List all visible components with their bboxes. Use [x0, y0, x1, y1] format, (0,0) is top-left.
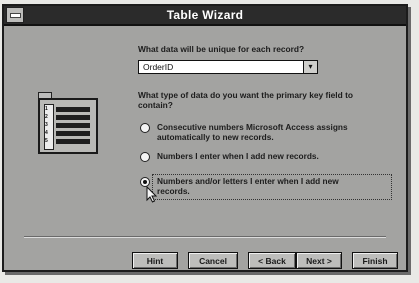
- title-bar: Table Wizard: [4, 6, 406, 26]
- unique-field-combo[interactable]: OrderID ▾: [138, 60, 318, 74]
- dropdown-arrow-icon[interactable]: ▾: [303, 61, 317, 73]
- unique-field-question: What data will be unique for each record…: [138, 44, 305, 54]
- row-number: 3: [45, 122, 48, 128]
- table-key-illustration: 1 2 3 4 5: [38, 92, 100, 158]
- option-label: Numbers and/or letters I enter when I ad…: [157, 176, 339, 186]
- row-number: 1: [45, 106, 48, 112]
- back-button[interactable]: < Back: [248, 252, 296, 269]
- key-type-question-line2: contain?: [138, 100, 173, 110]
- hint-button[interactable]: Hint: [132, 252, 178, 269]
- key-type-question-line1: What type of data do you want the primar…: [138, 90, 353, 100]
- radio-button[interactable]: [140, 152, 150, 162]
- option-user-numbers[interactable]: Numbers I enter when I add new records.: [140, 151, 319, 162]
- option-user-alphanumeric[interactable]: Numbers and/or letters I enter when I ad…: [140, 176, 339, 196]
- option-label: Numbers I enter when I add new records.: [157, 151, 319, 161]
- window-title: Table Wizard: [166, 8, 244, 22]
- mouse-pointer-icon: [146, 186, 158, 203]
- option-label: automatically to new records.: [157, 132, 274, 142]
- radio-button[interactable]: [140, 123, 150, 133]
- row-number: 2: [45, 114, 48, 120]
- cancel-button[interactable]: Cancel: [188, 252, 238, 269]
- table-grid-icon: 1 2 3 4 5: [38, 98, 98, 154]
- option-auto-number[interactable]: Consecutive numbers Microsoft Access ass…: [140, 122, 348, 142]
- next-button[interactable]: Next >: [296, 252, 342, 269]
- finish-button[interactable]: Finish: [352, 252, 398, 269]
- row-number: 4: [45, 130, 48, 136]
- row-number: 5: [45, 138, 48, 144]
- table-wizard-dialog: Table Wizard 1 2 3 4 5 What data will be…: [2, 4, 408, 272]
- unique-field-value: OrderID: [143, 62, 174, 72]
- option-label: records.: [157, 186, 190, 196]
- option-label: Consecutive numbers Microsoft Access ass…: [157, 122, 348, 132]
- button-divider: [24, 236, 386, 238]
